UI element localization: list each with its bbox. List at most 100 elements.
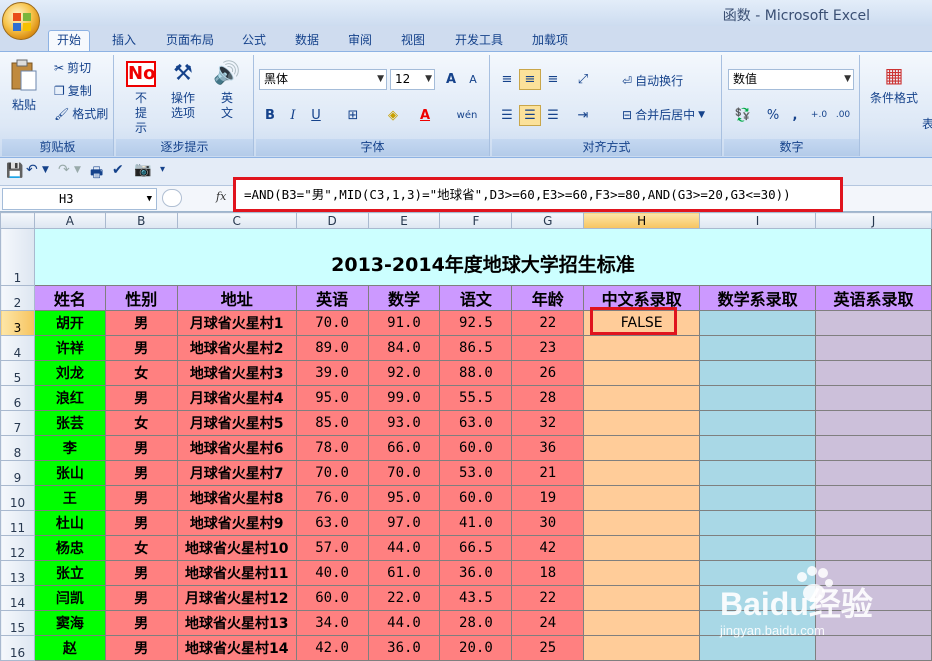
cut-button[interactable]: ✂ 剪切 <box>54 58 91 78</box>
percent-button[interactable]: % <box>762 105 784 126</box>
table-cell[interactable]: 34.0 <box>295 610 369 636</box>
align-top-button[interactable]: ≡ <box>496 69 518 90</box>
spell-check-icon[interactable]: ✔ <box>112 162 124 178</box>
table-cell[interactable] <box>583 460 701 486</box>
row-header[interactable]: 2 <box>0 285 35 311</box>
table-cell[interactable]: 女 <box>104 535 178 561</box>
customize-qat-icon[interactable]: ▾ <box>160 164 165 175</box>
table-cell[interactable]: 44.0 <box>367 535 441 561</box>
row-header[interactable]: 8 <box>0 435 35 461</box>
table-cell[interactable]: 浪红 <box>33 385 106 411</box>
table-cell[interactable] <box>699 610 817 636</box>
table-cell[interactable] <box>699 360 817 386</box>
italic-button[interactable]: I <box>282 105 304 126</box>
header-cell[interactable]: 姓名 <box>33 285 106 311</box>
comma-button[interactable]: , <box>784 105 806 126</box>
table-cell[interactable] <box>699 485 817 511</box>
table-cell[interactable]: 20.0 <box>439 635 513 661</box>
column-header-d[interactable]: D <box>295 212 369 229</box>
table-cell[interactable]: 月球省火星村7 <box>176 460 297 486</box>
table-cell[interactable]: 杨忠 <box>33 535 106 561</box>
header-cell[interactable]: 数学系录取 <box>699 285 817 311</box>
table-cell[interactable] <box>583 510 701 536</box>
table-cell[interactable]: 地球省火星村3 <box>176 360 297 386</box>
table-cell[interactable] <box>699 410 817 436</box>
table-cell[interactable]: 36.0 <box>367 635 441 661</box>
borders-button[interactable]: ⊞ <box>342 105 364 126</box>
table-cell[interactable]: 闫凯 <box>33 585 106 611</box>
row-header[interactable]: 12 <box>0 535 35 561</box>
number-format-select[interactable]: 数值 ▼ <box>728 69 854 90</box>
table-cell[interactable]: 61.0 <box>367 560 441 586</box>
decrease-decimal-button[interactable]: .00 <box>832 105 854 126</box>
table-cell[interactable]: 30 <box>511 510 585 536</box>
tab-page-layout[interactable]: 页面布局 <box>158 31 222 51</box>
table-cell[interactable]: 95.0 <box>367 485 441 511</box>
table-cell[interactable]: 地球省火星村13 <box>176 610 297 636</box>
table-cell[interactable]: 76.0 <box>295 485 369 511</box>
format-table-label[interactable]: 表 <box>922 115 932 132</box>
table-cell[interactable]: 99.0 <box>367 385 441 411</box>
paste-button[interactable]: 粘贴 <box>8 59 40 113</box>
table-cell[interactable] <box>583 410 701 436</box>
table-cell[interactable] <box>815 635 932 661</box>
column-header-b[interactable]: B <box>104 212 178 229</box>
tab-developer[interactable]: 开发工具 <box>447 31 511 51</box>
table-cell[interactable]: 91.0 <box>367 310 441 336</box>
table-cell[interactable] <box>815 560 932 586</box>
header-cell[interactable]: 语文 <box>439 285 513 311</box>
table-cell[interactable]: 63.0 <box>439 410 513 436</box>
currency-button[interactable]: 💱 <box>728 105 758 126</box>
table-cell[interactable]: 44.0 <box>367 610 441 636</box>
column-header-f[interactable]: F <box>439 212 513 229</box>
table-cell[interactable]: 70.0 <box>295 310 369 336</box>
table-cell[interactable]: 39.0 <box>295 360 369 386</box>
tab-review[interactable]: 审阅 <box>340 31 380 51</box>
formula-input[interactable]: =AND(B3="男",MID(C3,1,3)="地球省",D3>=60,E3>… <box>233 177 843 212</box>
table-cell[interactable]: 63.0 <box>295 510 369 536</box>
table-cell[interactable]: 36 <box>511 435 585 461</box>
table-cell[interactable]: 男 <box>104 485 178 511</box>
orientation-button[interactable]: ⤢ <box>572 69 594 90</box>
table-cell[interactable]: 60.0 <box>439 435 513 461</box>
print-preview-icon[interactable]: 🖶 <box>90 162 103 186</box>
table-cell[interactable]: 89.0 <box>295 335 369 361</box>
table-cell[interactable]: 男 <box>104 560 178 586</box>
table-cell[interactable]: 92.0 <box>367 360 441 386</box>
table-cell[interactable]: 地球省火星村11 <box>176 560 297 586</box>
row-header[interactable]: 9 <box>0 460 35 486</box>
save-icon[interactable]: 💾 <box>6 163 23 179</box>
font-size-select[interactable]: 12 ▼ <box>390 69 435 90</box>
table-cell[interactable]: 女 <box>104 410 178 436</box>
table-cell[interactable]: 40.0 <box>295 560 369 586</box>
table-cell[interactable] <box>583 435 701 461</box>
table-cell[interactable]: 男 <box>104 385 178 411</box>
table-cell[interactable]: 22.0 <box>367 585 441 611</box>
table-cell[interactable]: 66.5 <box>439 535 513 561</box>
table-cell[interactable] <box>699 510 817 536</box>
table-cell[interactable]: 地球省火星村2 <box>176 335 297 361</box>
row-header[interactable]: 16 <box>0 635 35 661</box>
table-cell[interactable]: 男 <box>104 585 178 611</box>
table-cell[interactable] <box>815 385 932 411</box>
table-cell[interactable] <box>815 510 932 536</box>
table-cell[interactable] <box>699 560 817 586</box>
table-cell[interactable]: 36.0 <box>439 560 513 586</box>
table-cell[interactable] <box>699 460 817 486</box>
table-cell[interactable] <box>699 335 817 361</box>
align-center-button[interactable]: ☰ <box>519 105 541 126</box>
table-cell[interactable]: 地球省火星村6 <box>176 435 297 461</box>
row-header[interactable]: 3 <box>0 310 35 336</box>
column-header-g[interactable]: G <box>511 212 585 229</box>
table-cell[interactable]: 97.0 <box>367 510 441 536</box>
align-left-button[interactable]: ☰ <box>496 105 518 126</box>
redo-icon[interactable]: ↷ <box>58 162 70 178</box>
table-cell[interactable] <box>583 385 701 411</box>
table-cell[interactable]: 男 <box>104 635 178 661</box>
table-cell[interactable]: 地球省火星村10 <box>176 535 297 561</box>
row-header[interactable]: 13 <box>0 560 35 586</box>
indent-button[interactable]: ⇥ <box>572 105 594 126</box>
column-header-j[interactable]: J <box>815 212 932 229</box>
table-cell[interactable]: 85.0 <box>295 410 369 436</box>
table-cell[interactable]: 25 <box>511 635 585 661</box>
